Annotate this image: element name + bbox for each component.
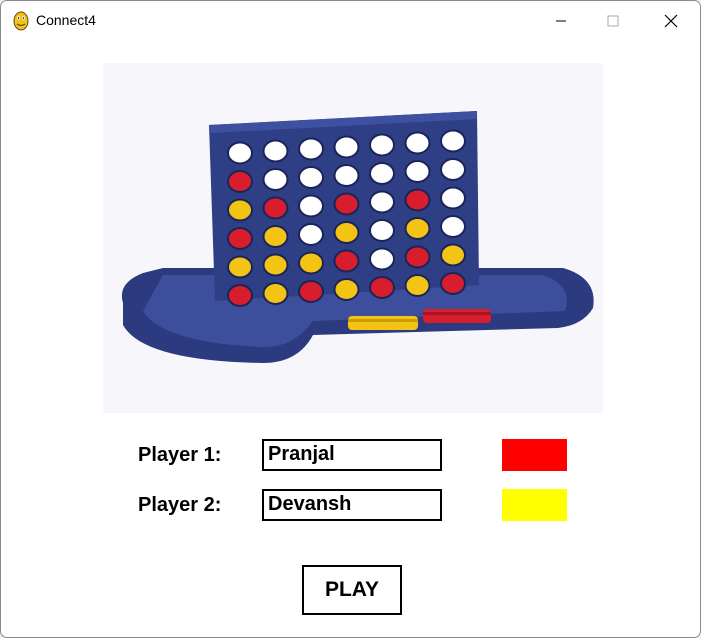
board-hole <box>227 198 253 222</box>
board-hole <box>369 162 395 185</box>
board-hole <box>369 133 395 157</box>
board-hole <box>262 225 289 248</box>
board-hole <box>440 158 466 181</box>
board-hole <box>262 282 289 305</box>
close-button[interactable] <box>648 1 694 41</box>
play-button[interactable]: PLAY <box>302 565 402 615</box>
board-hole <box>298 251 324 275</box>
app-window: Connect4 Player 1: Pranjal Player 2: Dev… <box>0 0 701 638</box>
player-2-name-value: Devansh <box>268 493 352 515</box>
board-hole <box>333 135 360 159</box>
board-hole <box>440 215 466 238</box>
board-hole <box>227 170 253 193</box>
board-hole <box>262 253 289 277</box>
board-hole <box>333 221 360 244</box>
board-hole <box>404 131 431 155</box>
board-hole <box>262 168 289 191</box>
board-hole <box>262 196 289 220</box>
minimize-icon <box>555 15 567 27</box>
player-1-name-value: Pranjal <box>268 443 335 465</box>
connect4-board-image <box>103 63 603 413</box>
board-hole <box>404 188 431 212</box>
board-hole <box>404 245 431 269</box>
board-hole <box>440 129 466 153</box>
board-hole <box>440 272 466 295</box>
window-title: Connect4 <box>36 12 96 28</box>
board-hole <box>369 276 395 299</box>
board-hole <box>262 139 289 163</box>
board-hole <box>404 274 431 297</box>
board-hole <box>404 217 431 240</box>
board-hole <box>298 137 324 161</box>
close-icon <box>664 14 678 28</box>
board-hole <box>298 166 324 189</box>
board-hole <box>333 164 360 187</box>
board-hole <box>227 141 253 165</box>
board-hole <box>333 278 360 301</box>
player-2-color-swatch[interactable] <box>502 489 567 521</box>
board-hole <box>333 249 360 273</box>
board-hole <box>227 284 253 307</box>
player-1-color-swatch[interactable] <box>502 439 567 471</box>
player-1-label: Player 1: <box>138 444 222 466</box>
pygame-snake-icon <box>11 10 31 32</box>
maximize-button[interactable] <box>590 1 636 41</box>
player-2-name-input[interactable]: Devansh <box>262 489 442 521</box>
board-hole <box>227 227 253 250</box>
board-hole <box>440 186 466 210</box>
board-hole <box>440 243 466 267</box>
board-hole <box>298 280 324 303</box>
board-hole <box>333 192 360 216</box>
board-hole <box>298 223 324 246</box>
board-hole <box>369 190 395 214</box>
maximize-icon <box>607 15 619 27</box>
minimize-button[interactable] <box>538 1 584 41</box>
board-hole <box>298 194 324 218</box>
board-hole <box>369 219 395 242</box>
player-2-label: Player 2: <box>138 494 222 516</box>
board-hole <box>404 160 431 183</box>
player-1-name-input[interactable]: Pranjal <box>262 439 442 471</box>
board-hole <box>227 255 253 279</box>
title-bar[interactable]: Connect4 <box>1 1 700 41</box>
board-hole <box>369 247 395 271</box>
